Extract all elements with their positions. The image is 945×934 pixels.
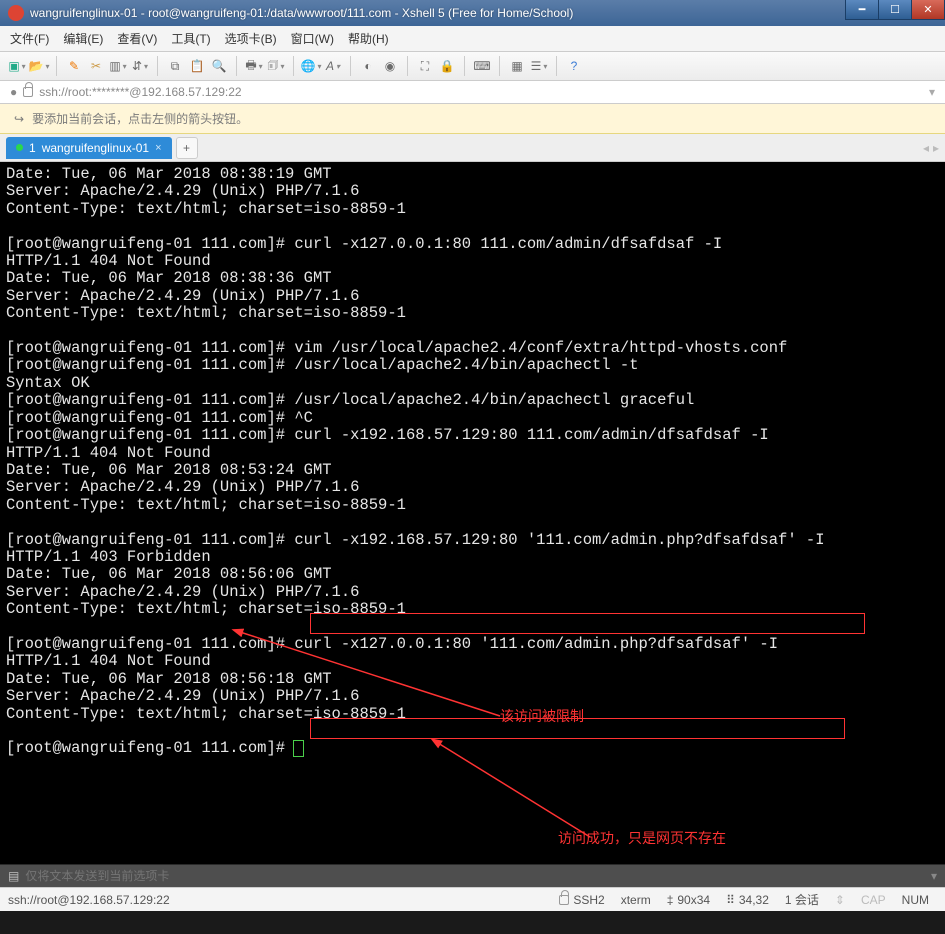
print-icon[interactable]: 🖶 (245, 57, 263, 75)
window-titlebar: wangruifenglinux-01 - root@wangruifeng-0… (0, 0, 945, 26)
arrow-1 (230, 624, 510, 724)
sep (464, 56, 465, 76)
address-dropdown-icon[interactable]: ▾ (929, 85, 935, 99)
transfer-icon[interactable]: ⇵ (131, 57, 149, 75)
sep (407, 56, 408, 76)
tab-name: wangruifenglinux-01 (42, 141, 149, 155)
arrow-2 (430, 737, 600, 845)
menu-view[interactable]: 查看(V) (117, 30, 157, 47)
fullscreen-icon[interactable]: ⛶ (416, 57, 434, 75)
status-pos: ⠿ 34,32 (726, 893, 769, 907)
color-icon[interactable]: ◐ (359, 57, 377, 75)
layout-icon[interactable]: ☰ (530, 57, 548, 75)
reconnect-icon[interactable]: ✎ (65, 57, 83, 75)
status-cap: CAP (861, 893, 886, 907)
copy-icon[interactable]: ⧉ (166, 57, 184, 75)
compose-target-icon[interactable]: ▤ (8, 869, 19, 883)
help-icon[interactable]: ? (565, 57, 583, 75)
compose-dropdown-icon[interactable]: ▾ (931, 869, 937, 883)
tab-nav: ◂ ▸ (923, 141, 939, 155)
annotation-box-1 (310, 613, 865, 634)
sep (350, 56, 351, 76)
tab-next-icon[interactable]: ▸ (933, 141, 939, 155)
sep (56, 56, 57, 76)
sep (157, 56, 158, 76)
menu-tabs[interactable]: 选项卡(B) (225, 30, 277, 47)
terminal-output[interactable]: Date: Tue, 06 Mar 2018 08:38:19 GMT Serv… (0, 162, 945, 864)
status-bar: ssh://root@192.168.57.129:22 SSH2 xterm … (0, 887, 945, 911)
sep (499, 56, 500, 76)
status-lock-icon (559, 895, 569, 905)
compose-input[interactable] (25, 869, 925, 883)
window-controls: ━ ☐ ✕ (846, 0, 945, 20)
disconnect-icon[interactable]: ✂ (87, 57, 105, 75)
tip-arrow-icon[interactable]: ↪ (14, 112, 24, 126)
status-proto: SSH2 (559, 893, 604, 907)
session-tab[interactable]: 1 wangruifenglinux-01 × (6, 137, 172, 159)
status-sessions: 1 会话 (785, 891, 819, 908)
compose-bar: ▤ ▾ (0, 864, 945, 887)
status-arrows-icon: ⇕ (835, 893, 845, 907)
new-session-icon[interactable]: ▣ (8, 57, 26, 75)
sep (556, 56, 557, 76)
address-bar: ● ssh://root:********@192.168.57.129:22 … (0, 81, 945, 104)
menu-edit[interactable]: 编辑(E) (63, 30, 103, 47)
new-tab-button[interactable]: + (176, 137, 198, 159)
search-icon[interactable]: 🔍 (210, 57, 228, 75)
menu-tools[interactable]: 工具(T) (171, 30, 210, 47)
status-num: NUM (902, 893, 929, 907)
close-button[interactable]: ✕ (911, 0, 945, 20)
tipbar: ↪ 要添加当前会话，点击左侧的箭头按钮。 (0, 104, 945, 134)
minimize-button[interactable]: ━ (845, 0, 879, 20)
maximize-button[interactable]: ☐ (878, 0, 912, 20)
sep (293, 56, 294, 76)
tab-strip: 1 wangruifenglinux-01 × + ◂ ▸ (0, 134, 945, 162)
status-connection: ssh://root@192.168.57.129:22 (8, 893, 170, 907)
open-icon[interactable]: 📂 (30, 57, 48, 75)
log-icon[interactable]: 🗊 (267, 57, 285, 75)
tab-prev-icon[interactable]: ◂ (923, 141, 929, 155)
tab-close-icon[interactable]: × (155, 142, 161, 154)
menu-help[interactable]: 帮助(H) (348, 30, 389, 47)
globe-icon[interactable]: 🌐 (302, 57, 320, 75)
annotation-text-2: 访问成功，只是网页不存在 (558, 830, 726, 847)
address-lock-icon (23, 87, 33, 97)
tab-index: 1 (29, 141, 36, 155)
sep (236, 56, 237, 76)
tab-status-icon (16, 144, 23, 151)
status-size: ‡ 90x34 (667, 893, 710, 907)
menu-window[interactable]: 窗口(W) (291, 30, 334, 47)
menu-file[interactable]: 文件(F) (10, 30, 49, 47)
status-term: xterm (621, 893, 651, 907)
paste-icon[interactable]: 📋 (188, 57, 206, 75)
address-url[interactable]: ssh://root:********@192.168.57.129:22 (39, 85, 923, 99)
properties-icon[interactable]: ▥ (109, 57, 127, 75)
font-icon[interactable]: A (324, 57, 342, 75)
keyboard-icon[interactable]: ⌨ (473, 57, 491, 75)
menubar: 文件(F) 编辑(E) 查看(V) 工具(T) 选项卡(B) 窗口(W) 帮助(… (0, 26, 945, 52)
app-icon (8, 5, 24, 21)
tip-text: 要添加当前会话，点击左侧的箭头按钮。 (32, 110, 248, 127)
tile-icon[interactable]: ▦ (508, 57, 526, 75)
annotation-text-1: 该访问被限制 (500, 708, 584, 725)
scheme-icon[interactable]: ◉ (381, 57, 399, 75)
address-bullet-icon: ● (10, 85, 17, 99)
window-title: wangruifenglinux-01 - root@wangruifeng-0… (30, 6, 941, 20)
lock-icon[interactable]: 🔒 (438, 57, 456, 75)
toolbar: ▣ 📂 ✎ ✂ ▥ ⇵ ⧉ 📋 🔍 🖶 🗊 🌐 A ◐ ◉ ⛶ 🔒 ⌨ ▦ ☰ … (0, 52, 945, 81)
